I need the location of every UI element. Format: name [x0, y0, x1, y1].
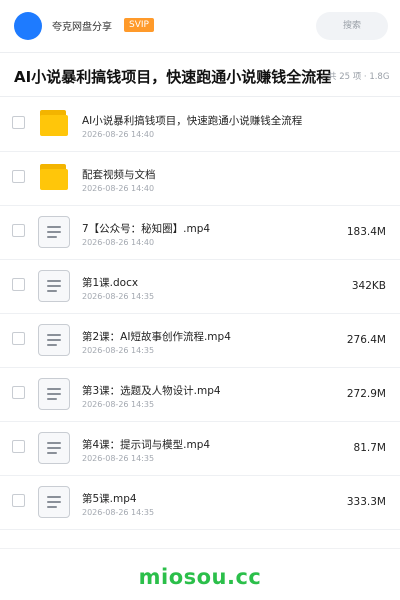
page-title: AI小说暴利搞钱项目，快速跑通小说赚钱全流程	[14, 68, 332, 86]
avatar[interactable]	[14, 12, 42, 40]
svip-badge: SVIP	[124, 18, 154, 32]
file-name: 第5课.mp4	[82, 493, 137, 505]
row-checkbox[interactable]	[12, 494, 25, 507]
file-name: 第1课.docx	[82, 277, 139, 289]
file-row[interactable]: 第2课：AI短故事创作流程.mp4 2026-08-26 14:35 276.4M	[0, 314, 400, 368]
folder-row[interactable]: 配套视频与文档 2026-08-26 14:40	[0, 152, 400, 206]
file-name: 第4课：提示词与模型.mp4	[82, 439, 211, 451]
file-size: 272.9M	[346, 388, 386, 400]
share-owner-name: 夸克网盘分享	[52, 22, 112, 33]
row-checkbox[interactable]	[12, 224, 25, 237]
file-name: 配套视频与文档	[82, 169, 156, 181]
file-date: 2026-08-26 14:35	[82, 346, 155, 355]
row-checkbox[interactable]	[12, 386, 25, 399]
title-bar: AI小说暴利搞钱项目，快速跑通小说赚钱全流程 共 25 项 · 1.8G	[0, 60, 400, 90]
file-name: 7【公众号：秘知圈】.mp4	[82, 223, 211, 235]
file-row[interactable]: 第1课.docx 2026-08-26 14:35 342KB	[0, 260, 400, 314]
file-row[interactable]: 第3课：选题及人物设计.mp4 2026-08-26 14:35 272.9M	[0, 368, 400, 422]
watermark-text: miosou.cc	[138, 565, 262, 589]
document-icon	[38, 270, 70, 302]
file-date: 2026-08-26 14:40	[82, 238, 155, 247]
document-icon	[38, 432, 70, 464]
search-button[interactable]: 搜索	[316, 12, 388, 40]
row-checkbox[interactable]	[12, 440, 25, 453]
document-icon	[38, 216, 70, 248]
folder-icon	[38, 162, 70, 194]
file-list: AI小说暴利搞钱项目，快速跑通小说赚钱全流程 2026-08-26 14:40 配套…	[0, 98, 400, 530]
file-date: 2026-08-26 14:40	[82, 130, 155, 139]
file-size: 276.4M	[346, 334, 386, 346]
file-name: AI小说暴利搞钱项目，快速跑通小说赚钱全流程	[82, 115, 303, 127]
folder-icon	[38, 108, 70, 140]
row-checkbox[interactable]	[12, 116, 25, 129]
document-icon	[38, 324, 70, 356]
file-name: 第3课：选题及人物设计.mp4	[82, 385, 221, 397]
document-icon	[38, 486, 70, 518]
row-checkbox[interactable]	[12, 332, 25, 345]
file-row[interactable]: 第4课：提示词与模型.mp4 2026-08-26 14:35 81.7M	[0, 422, 400, 476]
row-checkbox[interactable]	[12, 278, 25, 291]
file-name: 第2课：AI短故事创作流程.mp4	[82, 331, 231, 343]
file-date: 2026-08-26 14:35	[82, 508, 155, 517]
file-date: 2026-08-26 14:35	[82, 454, 155, 463]
file-size: 333.3M	[346, 496, 386, 508]
app-header: 夸克网盘分享 SVIP 搜索	[0, 0, 400, 52]
title-divider	[0, 96, 400, 97]
row-checkbox[interactable]	[12, 170, 25, 183]
file-size: 183.4M	[346, 226, 386, 238]
file-date: 2026-08-26 14:40	[82, 184, 155, 193]
item-count-size: 共 25 项 · 1.8G	[328, 72, 390, 82]
file-date: 2026-08-26 14:35	[82, 292, 155, 301]
header-divider	[0, 52, 400, 53]
file-size: 342KB	[351, 280, 386, 292]
file-date: 2026-08-26 14:35	[82, 400, 155, 409]
file-size: 81.7M	[353, 442, 386, 454]
document-icon	[38, 378, 70, 410]
folder-row[interactable]: AI小说暴利搞钱项目，快速跑通小说赚钱全流程 2026-08-26 14:40	[0, 98, 400, 152]
file-row[interactable]: 7【公众号：秘知圈】.mp4 2026-08-26 14:40 183.4M	[0, 206, 400, 260]
file-row[interactable]: 第5课.mp4 2026-08-26 14:35 333.3M	[0, 476, 400, 530]
